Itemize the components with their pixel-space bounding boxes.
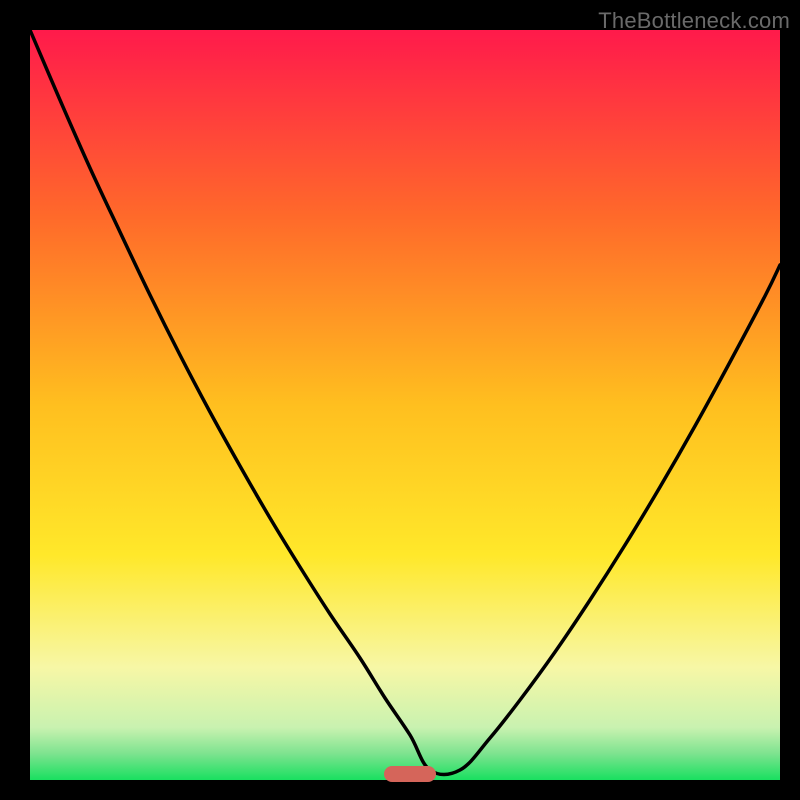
bottleneck-marker	[384, 766, 436, 782]
chart-svg	[0, 0, 800, 800]
watermark-text: TheBottleneck.com	[598, 8, 790, 34]
plot-background	[30, 30, 780, 780]
chart-container: TheBottleneck.com	[0, 0, 800, 800]
